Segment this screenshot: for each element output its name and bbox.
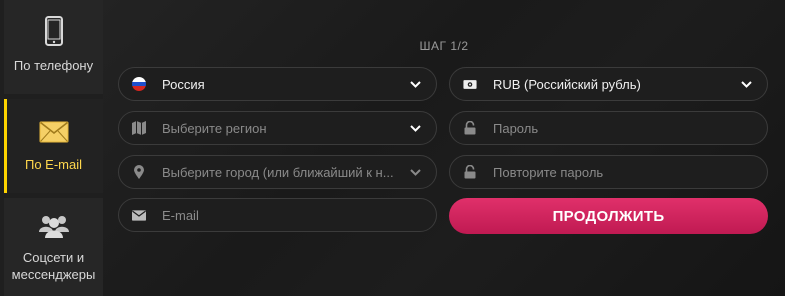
email-placeholder: E-mail bbox=[162, 207, 199, 223]
continue-button[interactable]: ПРОДОЛЖИТЬ bbox=[449, 198, 768, 234]
tab-social[interactable]: Соцсети и мессенджеры bbox=[4, 198, 103, 296]
map-pin-icon bbox=[132, 165, 146, 179]
users-icon bbox=[38, 212, 70, 241]
step-indicator: ШАГ 1/2 bbox=[419, 39, 469, 53]
tab-phone-label: По телефону bbox=[13, 58, 94, 73]
region-select[interactable]: Выберите регион bbox=[118, 111, 437, 145]
envelope-icon bbox=[39, 121, 69, 146]
phone-icon bbox=[44, 16, 63, 49]
registration-form: ШАГ 1/2 Россия RUB (Российский рубль) Вы… bbox=[103, 0, 785, 296]
currency-value: RUB (Российский рубль) bbox=[493, 76, 641, 92]
chevron-down-icon bbox=[408, 124, 422, 132]
password-repeat-input[interactable]: Повторите пароль bbox=[449, 155, 768, 189]
city-placeholder: Выберите город (или ближайший к н... bbox=[162, 164, 394, 180]
email-field[interactable]: E-mail bbox=[118, 198, 437, 232]
registration-method-tabs: По телефону По E-mail Соцсети и мессендж… bbox=[0, 0, 103, 296]
tab-email-label: По E-mail bbox=[24, 157, 83, 172]
tab-social-label: Соцсети и мессенджеры bbox=[11, 250, 96, 282]
chevron-down-icon bbox=[739, 80, 753, 88]
password-placeholder: Пароль bbox=[493, 120, 539, 136]
banknote-icon bbox=[463, 77, 477, 91]
currency-select[interactable]: RUB (Российский рубль) bbox=[449, 67, 768, 101]
country-value: Россия bbox=[162, 76, 205, 92]
region-placeholder: Выберите регион bbox=[162, 120, 267, 136]
envelope-icon bbox=[132, 208, 146, 222]
country-select[interactable]: Россия bbox=[118, 67, 437, 101]
chevron-down-icon bbox=[408, 168, 422, 176]
tab-phone[interactable]: По телефону bbox=[4, 0, 103, 94]
map-icon bbox=[132, 121, 146, 135]
city-select[interactable]: Выберите город (или ближайший к н... bbox=[118, 155, 437, 189]
password-repeat-placeholder: Повторите пароль bbox=[493, 164, 604, 180]
tab-email[interactable]: По E-mail bbox=[4, 99, 103, 193]
lock-icon bbox=[463, 121, 477, 135]
russia-flag-icon bbox=[132, 77, 146, 91]
password-input[interactable]: Пароль bbox=[449, 111, 768, 145]
chevron-down-icon bbox=[408, 80, 422, 88]
lock-icon bbox=[463, 165, 477, 179]
